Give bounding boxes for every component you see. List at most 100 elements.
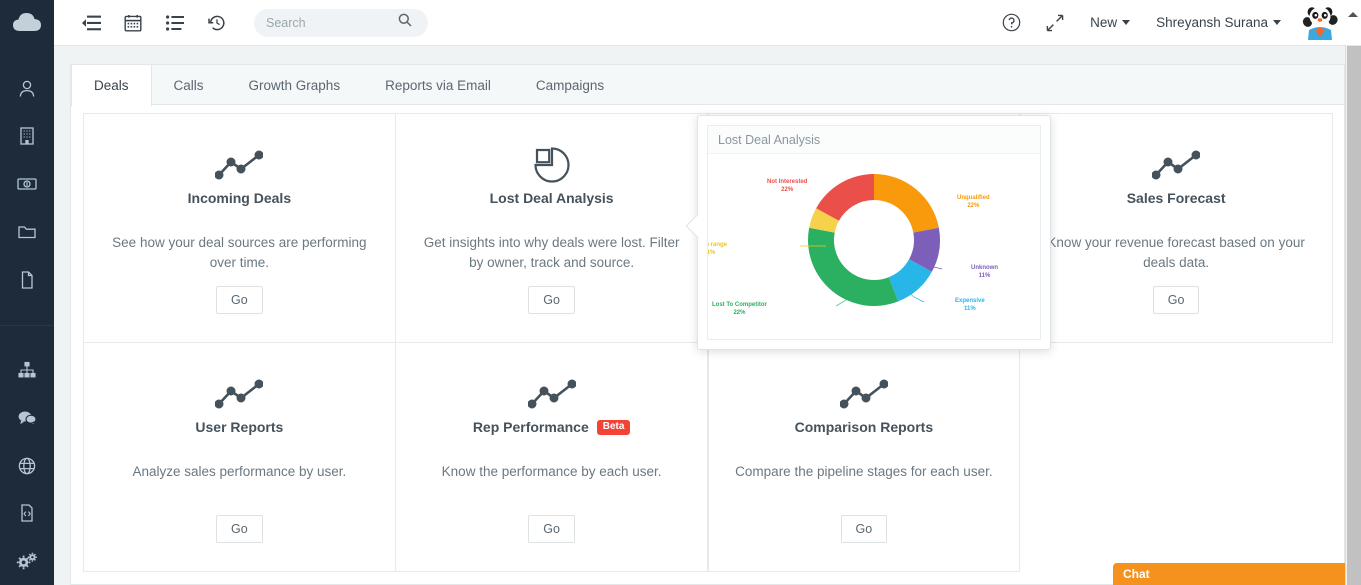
gears-icon xyxy=(16,551,38,571)
sidebar-divider xyxy=(0,324,54,326)
money-icon xyxy=(16,175,38,193)
card-title-text: Lost Deal Analysis xyxy=(489,190,614,206)
label-value: 11% xyxy=(964,306,976,313)
line-chart-icon xyxy=(839,371,888,417)
sidebar-item-notes[interactable] xyxy=(0,256,54,304)
top-bar: New Shreyansh Surana xyxy=(54,0,1361,46)
card-lost-deal-analysis[interactable]: Lost Deal Analysis Get insights into why… xyxy=(395,113,708,343)
tab-campaigns[interactable]: Campaigns xyxy=(514,65,627,105)
label-value: 22% xyxy=(733,310,746,317)
search-icon[interactable] xyxy=(398,13,412,32)
card-comparison-reports[interactable]: Comparison Reports Compare the pipeline … xyxy=(707,342,1021,572)
code-file-icon xyxy=(18,503,36,523)
chart-label-unqualified: Unqualified 22% xyxy=(957,194,990,210)
popup-title: Lost Deal Analysis xyxy=(708,126,1040,154)
expand-arrows-icon[interactable] xyxy=(1034,0,1076,46)
user-menu-label: Shreyansh Surana xyxy=(1156,15,1268,30)
topbar-right-group: New Shreyansh Surana xyxy=(974,0,1361,46)
user-menu-button[interactable]: Shreyansh Surana xyxy=(1144,15,1293,30)
help-circle-icon[interactable] xyxy=(990,0,1032,46)
history-icon[interactable] xyxy=(196,0,238,46)
card-user-reports[interactable]: User Reports Analyze sales performance b… xyxy=(83,342,396,572)
card-title: Incoming Deals xyxy=(188,190,291,206)
new-menu-label: New xyxy=(1090,15,1118,30)
label-name: Expensive xyxy=(955,298,985,304)
collapse-menu-icon[interactable] xyxy=(70,0,112,46)
chart-label-unknown: Unknown 11% xyxy=(971,264,998,280)
card-title: User Reports xyxy=(195,419,283,435)
sitemap-icon xyxy=(17,361,37,379)
label-name: Not In range xyxy=(708,242,728,248)
tab-label: Deals xyxy=(94,78,129,93)
card-title: Comparison Reports xyxy=(795,419,933,435)
scroll-up-arrow-icon[interactable] xyxy=(1345,6,1361,22)
search-input[interactable] xyxy=(266,15,398,30)
tab-deals[interactable]: Deals xyxy=(71,65,152,106)
go-button[interactable]: Go xyxy=(1152,286,1200,314)
sidebar-item-documents[interactable] xyxy=(0,208,54,256)
go-button[interactable]: Go xyxy=(216,286,263,314)
popup-inner: Lost Deal Analysis Not Interested 22% Un… xyxy=(707,125,1041,340)
chart-label-expensive: Expensive 11% xyxy=(955,297,985,313)
sidebar-item-web[interactable] xyxy=(0,442,54,490)
line-chart-icon xyxy=(215,142,264,188)
chat-widget-label: Chat xyxy=(1123,567,1150,581)
list-icon[interactable] xyxy=(154,0,196,46)
sidebar-item-chat[interactable] xyxy=(0,394,54,442)
card-sales-forecast[interactable]: Sales Forecast Know your revenue forecas… xyxy=(1019,113,1333,343)
status-badge: Beta xyxy=(596,419,631,435)
calendar-icon[interactable] xyxy=(112,0,154,46)
tab-label: Growth Graphs xyxy=(248,77,341,93)
sidebar-item-workflows[interactable] xyxy=(0,346,54,394)
line-chart-icon xyxy=(215,371,264,417)
card-title: Lost Deal Analysis xyxy=(490,190,614,206)
sidebar-item-companies[interactable] xyxy=(0,113,54,161)
tab-calls[interactable]: Calls xyxy=(152,65,227,105)
card-title-text: Incoming Deals xyxy=(187,190,292,206)
card-title: Rep Performance Beta xyxy=(473,419,631,435)
go-button[interactable]: Go xyxy=(528,515,575,543)
sidebar-item-forms[interactable] xyxy=(0,490,54,538)
card-title-text: Comparison Reports xyxy=(794,419,934,435)
search-box[interactable] xyxy=(254,8,428,37)
chart-label-not-interested: Not Interested 22% xyxy=(767,178,807,194)
left-sidebar xyxy=(0,0,54,585)
label-value: 11% xyxy=(978,273,991,280)
tab-bar: Deals Calls Growth Graphs Reports via Em… xyxy=(71,65,1344,106)
tab-reports-via-email[interactable]: Reports via Email xyxy=(363,65,514,105)
card-description: Know the performance by each user. xyxy=(441,464,662,479)
card-incoming-deals[interactable]: Incoming Deals See how your deal sources… xyxy=(83,113,396,343)
card-description: Analyze sales performance by user. xyxy=(132,464,347,479)
cloud-logo-icon[interactable] xyxy=(0,0,54,44)
card-rep-performance[interactable]: Rep Performance Beta Know the performanc… xyxy=(395,342,708,572)
vertical-scrollbar[interactable] xyxy=(1345,46,1361,585)
label-name: Unqualified xyxy=(957,195,990,201)
go-button[interactable]: Go xyxy=(528,286,575,314)
card-title-text: Rep Performance xyxy=(472,419,589,435)
go-button[interactable]: Go xyxy=(840,515,888,543)
label-value: 11% xyxy=(707,250,716,257)
chat-widget[interactable]: Chat xyxy=(1113,563,1361,585)
scrollbar-thumb[interactable] xyxy=(1347,46,1361,585)
card-description: See how your deal sources are performing… xyxy=(112,235,367,271)
go-button[interactable]: Go xyxy=(216,515,263,543)
tab-growth-graphs[interactable]: Growth Graphs xyxy=(227,65,364,105)
tab-label: Campaigns xyxy=(535,77,605,93)
tab-label: Calls xyxy=(173,77,204,93)
avatar[interactable] xyxy=(1301,4,1339,42)
sidebar-item-settings[interactable] xyxy=(0,537,54,585)
line-chart-icon xyxy=(1152,142,1201,188)
user-icon xyxy=(17,79,37,99)
sidebar-item-contacts[interactable] xyxy=(0,65,54,113)
chat-icon xyxy=(16,409,38,427)
chevron-down-icon xyxy=(1122,20,1131,25)
label-value: 22% xyxy=(967,203,980,210)
globe-icon xyxy=(17,456,37,476)
line-chart-icon xyxy=(527,371,576,417)
card-title-text: Sales Forecast xyxy=(1126,190,1226,206)
chevron-down-icon xyxy=(1273,20,1281,25)
new-menu-button[interactable]: New xyxy=(1078,15,1142,30)
sidebar-item-deals[interactable] xyxy=(0,160,54,208)
label-name: Not Interested xyxy=(767,179,808,185)
chart-label-lost-to-competitor: Lost To Competitor 22% xyxy=(712,301,767,317)
